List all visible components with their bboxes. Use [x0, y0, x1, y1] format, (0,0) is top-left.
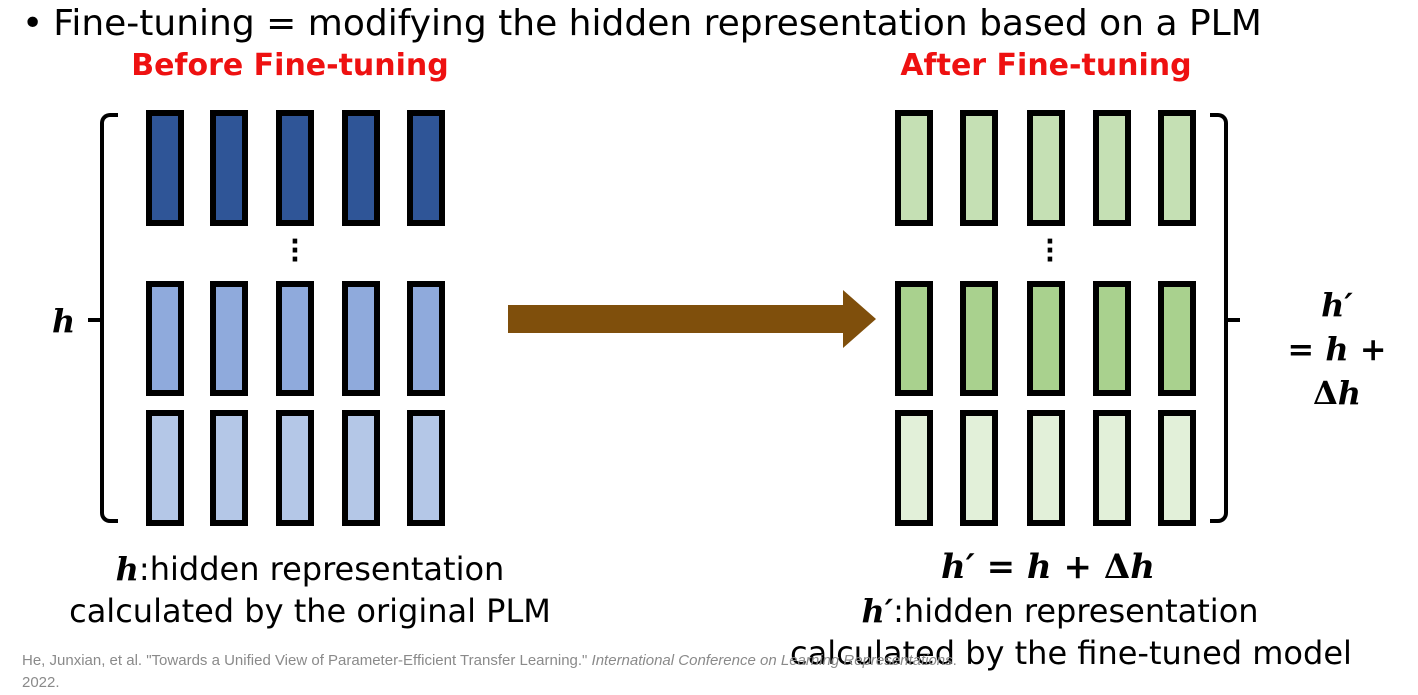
after-hidden-cell — [1027, 110, 1065, 226]
right-bracket-tick — [1226, 318, 1240, 322]
caption-text: :hidden representation — [893, 592, 1259, 630]
left-bracket-tick — [88, 318, 102, 322]
after-hidden-cell — [1158, 281, 1196, 396]
after-equation: h′ = h + Δh — [848, 546, 1248, 588]
before-caption: h:hidden representation calculated by th… — [50, 548, 570, 632]
before-caption-line2: calculated by the original PLM — [69, 592, 551, 630]
right-arrow-icon — [508, 290, 876, 348]
equals-sign: = — [1287, 330, 1315, 368]
vertical-ellipsis-icon: · · · — [290, 227, 300, 275]
after-hidden-cell — [895, 281, 933, 396]
delta-symbol: Δ — [1312, 374, 1338, 412]
h-var: h — [1337, 374, 1362, 412]
plus-sign: + — [1063, 547, 1092, 587]
after-hidden-cell — [1027, 410, 1065, 526]
after-caption-line1: h′:hidden representation — [790, 590, 1330, 632]
citation-venue: Learning Representations — [780, 652, 953, 669]
after-hidden-cell — [960, 110, 998, 226]
after-hidden-cell — [960, 281, 998, 396]
h-prime-label: h′ = h + Δh — [1262, 283, 1412, 415]
h-var: h — [115, 550, 139, 588]
h-var: h — [1130, 547, 1155, 587]
after-hidden-cell — [1093, 281, 1131, 396]
delta-symbol: Δ — [1103, 547, 1131, 587]
plus-sign: + — [1359, 330, 1387, 368]
h-var: h — [1325, 330, 1349, 368]
after-hidden-cell — [895, 410, 933, 526]
caption-text: :hidden representation — [138, 550, 505, 588]
after-hidden-cell — [960, 410, 998, 526]
before-caption-line1: h:hidden representation — [50, 548, 570, 590]
citation-title: He, Junxian, et al. "Towards a Unified V… — [22, 652, 588, 669]
h-label: h — [52, 302, 76, 340]
h-prime-var: h′ — [861, 592, 894, 630]
citation-venue: International Conference on — [591, 652, 777, 669]
h-prime-label-line1: h′ — [1321, 286, 1353, 324]
slide: • Fine-tuning = modifying the hidden repr… — [0, 0, 1418, 695]
citation: He, Junxian, et al. "Towards a Unified V… — [22, 650, 962, 694]
after-hidden-cell — [1158, 110, 1196, 226]
after-hidden-cell — [1093, 410, 1131, 526]
left-bracket — [100, 113, 118, 523]
h-prime-label-line2: = h + Δh — [1262, 327, 1412, 415]
h-prime-var: h′ — [941, 547, 975, 587]
h-var: h — [1026, 547, 1052, 587]
equals-sign: = — [986, 547, 1016, 587]
after-hidden-cell — [895, 110, 933, 226]
after-hidden-cell — [1027, 281, 1065, 396]
vertical-ellipsis-icon: · · · — [1045, 227, 1055, 275]
after-hidden-cell — [1093, 110, 1131, 226]
after-hidden-cell — [1158, 410, 1196, 526]
